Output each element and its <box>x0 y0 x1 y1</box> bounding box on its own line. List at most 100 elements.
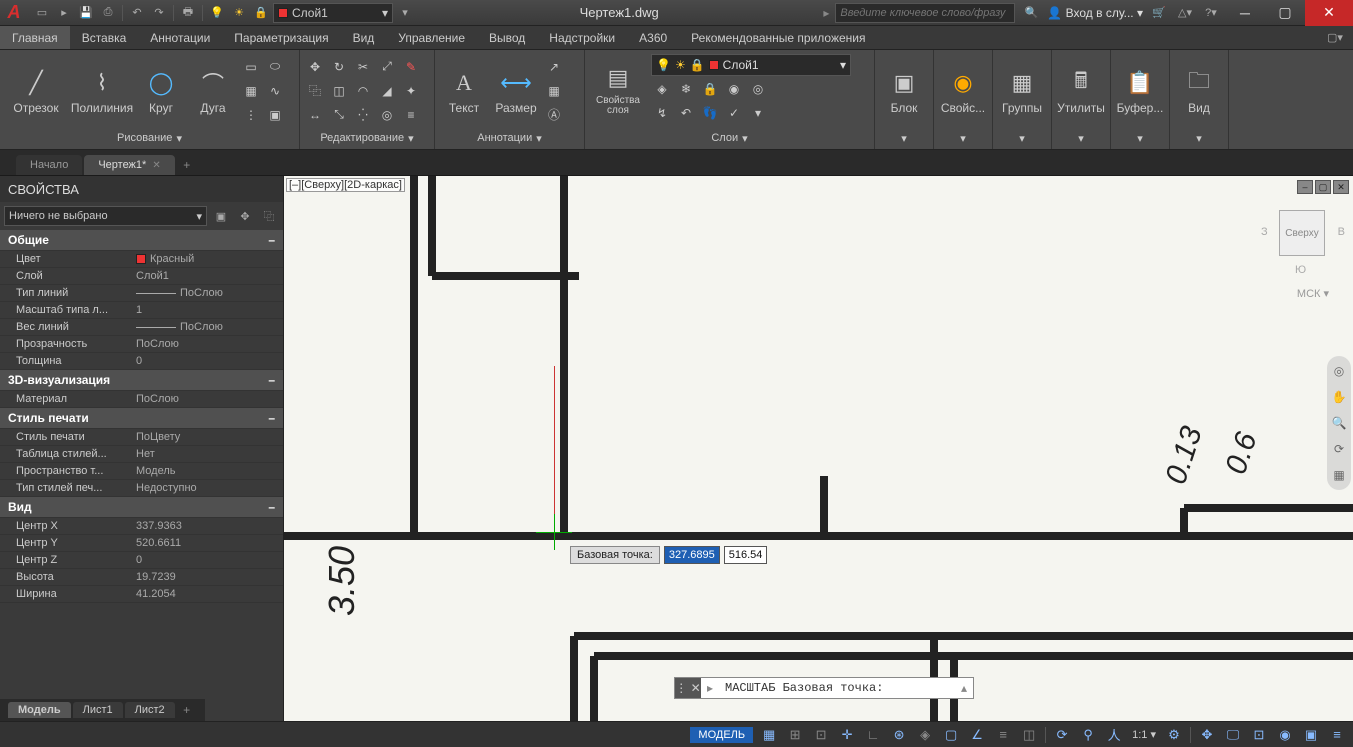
otrack-icon[interactable]: ∠ <box>965 724 989 746</box>
layer-state-icon[interactable]: ▾ <box>747 102 769 124</box>
close-tab-icon[interactable]: ✕ <box>152 160 160 171</box>
extend-icon[interactable]: ⤢ <box>376 56 398 78</box>
tab-insert[interactable]: Вставка <box>70 26 139 49</box>
isolate-icon[interactable]: ◉ <box>1273 724 1297 746</box>
tab-a360[interactable]: A360 <box>627 26 679 49</box>
copy-icon[interactable]: ⿻ <box>304 80 326 102</box>
tab-parametric[interactable]: Параметризация <box>222 26 340 49</box>
qat-undo-icon[interactable]: ↶ <box>127 3 147 23</box>
transp-icon[interactable]: ◫ <box>1017 724 1041 746</box>
minimize-button[interactable]: ─ <box>1225 0 1265 26</box>
group-general[interactable]: Общие– <box>0 230 283 251</box>
mtext-icon[interactable]: Ⓐ <box>543 104 565 126</box>
arc-button[interactable]: ⌒ Дуга <box>188 55 238 127</box>
move-icon[interactable]: ✥ <box>304 56 326 78</box>
gear-icon[interactable]: ⚙ <box>1162 724 1186 746</box>
tab-home[interactable]: Главная <box>0 26 70 49</box>
annoauto-icon[interactable]: 人 <box>1102 724 1126 746</box>
qat-print-icon[interactable]: 🖶 <box>178 3 198 23</box>
ucs-label[interactable]: МСК ▾ <box>1293 286 1333 301</box>
cmd-handle-icon[interactable]: ⋮ ✕ <box>675 678 701 698</box>
qat-new-icon[interactable]: ▭ <box>32 3 52 23</box>
nav-zoom-icon[interactable]: 🔍 <box>1330 414 1348 432</box>
cmd-text[interactable]: МАСШТАБ Базовая точка: <box>719 681 955 695</box>
snap-icon[interactable]: ⊞ <box>783 724 807 746</box>
tab-manage[interactable]: Управление <box>386 26 477 49</box>
tab-featured[interactable]: Рекомендованные приложения <box>679 26 877 49</box>
polar-icon[interactable]: ⊛ <box>887 724 911 746</box>
qat-open-icon[interactable]: ▸ <box>54 3 74 23</box>
iso-icon[interactable]: ◈ <box>913 724 937 746</box>
fillet-icon[interactable]: ◠ <box>352 80 374 102</box>
pim-icon[interactable]: ▣ <box>211 206 231 226</box>
group-viz[interactable]: 3D-визуализация– <box>0 370 283 391</box>
tab-start[interactable]: Начало <box>16 155 82 175</box>
qat-saveas-icon[interactable]: ⎙ <box>98 3 118 23</box>
custom-icon[interactable]: ≡ <box>1325 724 1349 746</box>
qat-bulb-icon[interactable]: 💡 <box>207 3 227 23</box>
qselect-icon[interactable]: ✥ <box>235 206 255 226</box>
close-button[interactable]: ✕ <box>1305 0 1353 26</box>
block-button[interactable]: ▣ Блок <box>879 55 929 127</box>
drawing-canvas[interactable]: [–][Сверху][2D-каркас] – ▢ ✕ <box>284 176 1353 721</box>
status-model-button[interactable]: МОДЕЛЬ <box>690 727 753 743</box>
props-button[interactable]: ◉ Свойс... <box>938 55 988 127</box>
rect-icon[interactable]: ▭ <box>240 56 262 78</box>
leader-icon[interactable]: ↗ <box>543 56 565 78</box>
panel-draw-title[interactable]: Рисование ▾ <box>2 129 297 147</box>
group-plot[interactable]: Стиль печати– <box>0 408 283 429</box>
qat-sun-icon[interactable]: ☀ <box>229 3 249 23</box>
search-icon[interactable]: 🔍 <box>1021 3 1041 23</box>
erase-icon[interactable]: ✎ <box>400 56 422 78</box>
layer-prev-icon[interactable]: ↶ <box>675 102 697 124</box>
clip-button[interactable]: 📋 Буфер... <box>1115 55 1165 127</box>
signin-button[interactable]: 👤 Вход в слу... ▾ <box>1047 6 1143 20</box>
tab-output[interactable]: Вывод <box>477 26 537 49</box>
exchange-icon[interactable]: 🛒 <box>1149 3 1169 23</box>
new-layout-button[interactable]: + <box>177 700 197 720</box>
ellipse-icon[interactable]: ⬭ <box>264 56 286 78</box>
tab-layout1[interactable]: Лист1 <box>73 702 123 718</box>
mirror-icon[interactable]: ◫ <box>328 80 350 102</box>
grid-icon[interactable]: ▦ <box>757 724 781 746</box>
line-button[interactable]: ╱ Отрезок <box>4 55 68 127</box>
qat-lock-icon[interactable]: 🔒 <box>251 3 271 23</box>
selection-dropdown[interactable]: Ничего не выбрано▾ <box>4 206 207 226</box>
maximize-button[interactable]: ▢ <box>1265 0 1305 26</box>
dim-button[interactable]: ⟷ Размер <box>491 55 541 127</box>
ortho-icon[interactable]: ∟ <box>861 724 885 746</box>
circle-button[interactable]: ◯ Круг <box>136 55 186 127</box>
hw-icon[interactable]: ⊡ <box>1247 724 1271 746</box>
tab-view[interactable]: Вид <box>341 26 387 49</box>
tab-drawing[interactable]: Чертеж1*✕ <box>84 155 174 175</box>
layerprops-button[interactable]: ▤ Свойства слоя <box>589 62 647 116</box>
scale-icon[interactable]: ⤡ <box>328 104 350 126</box>
layer-on-icon[interactable]: ◎ <box>747 78 769 100</box>
nav-pan-icon[interactable]: ✋ <box>1330 388 1348 406</box>
spline-icon[interactable]: ∿ <box>264 80 286 102</box>
group-view[interactable]: Вид– <box>0 497 283 518</box>
region-icon[interactable]: ▣ <box>264 104 286 126</box>
nav-show-icon[interactable]: ▦ <box>1330 466 1348 484</box>
layer-walk-icon[interactable]: 👣 <box>699 102 721 124</box>
panel-layers-title[interactable]: Слои ▾ <box>587 129 872 147</box>
offset-icon[interactable]: ◎ <box>376 104 398 126</box>
tab-layout2[interactable]: Лист2 <box>125 702 175 718</box>
search-input[interactable] <box>835 3 1015 23</box>
utils-button[interactable]: 🖩 Утилиты <box>1056 55 1106 127</box>
table-icon[interactable]: ▦ <box>543 80 565 102</box>
groups-button[interactable]: ▦ Группы <box>997 55 1047 127</box>
new-tab-button[interactable]: + <box>177 155 197 175</box>
tab-addins[interactable]: Надстройки <box>537 26 627 49</box>
nav-orbit-icon[interactable]: ⟳ <box>1330 440 1348 458</box>
tab-annotate[interactable]: Аннотации <box>138 26 222 49</box>
infer-icon[interactable]: ⊡ <box>809 724 833 746</box>
point-icon[interactable]: ⋮ <box>240 104 262 126</box>
layer-match-icon[interactable]: ↯ <box>651 102 673 124</box>
qat-redo-icon[interactable]: ↷ <box>149 3 169 23</box>
layer-lock-icon[interactable]: 🔒 <box>699 78 721 100</box>
array-icon[interactable]: ⁛ <box>352 104 374 126</box>
qat-layer-combo[interactable]: Слой1 ▾ <box>273 3 393 23</box>
scale-combo[interactable]: 1:1 ▾ <box>1128 728 1160 741</box>
cloud-icon[interactable]: △▾ <box>1175 3 1195 23</box>
